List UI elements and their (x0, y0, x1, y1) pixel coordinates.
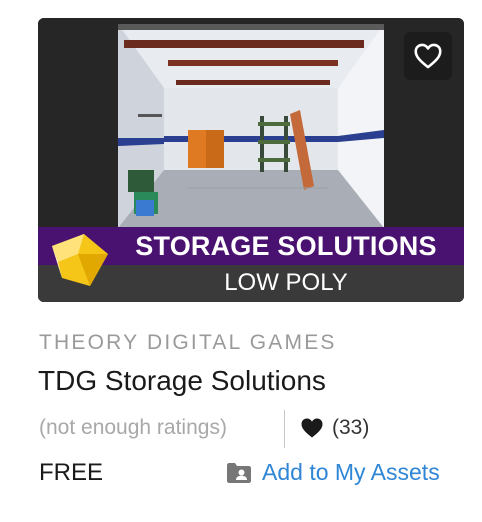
price-label: FREE (39, 459, 104, 486)
favorites-count-label: (33) (332, 416, 370, 439)
favorite-button[interactable] (404, 32, 452, 80)
add-to-my-assets-button[interactable]: Add to My Assets (226, 459, 440, 486)
favorites-count: (33) (300, 416, 369, 440)
heart-filled-icon (301, 418, 323, 438)
product-thumbnail[interactable]: STORAGE SOLUTIONS LOW POLY (38, 18, 464, 302)
banner-title: STORAGE SOLUTIONS (135, 230, 437, 261)
divider (284, 410, 285, 448)
folder-user-icon (227, 462, 251, 483)
ratings-text: (not enough ratings) (39, 416, 227, 439)
add-to-my-assets-label: Add to My Assets (262, 459, 440, 485)
heart-outline-icon (414, 43, 442, 69)
product-title[interactable]: TDG Storage Solutions (38, 365, 326, 397)
banner-subtitle: LOW POLY (224, 269, 348, 296)
publisher-name[interactable]: THEORY DIGITAL GAMES (39, 331, 337, 355)
